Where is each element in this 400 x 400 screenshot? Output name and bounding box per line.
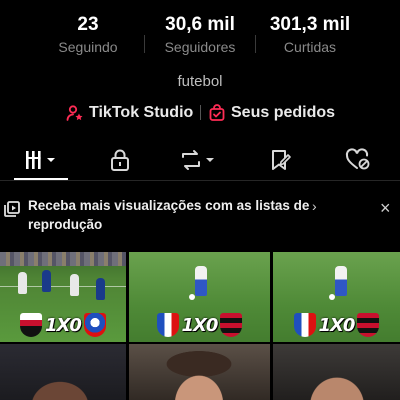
orders-link[interactable]: Seus pedidos <box>208 100 335 126</box>
team-crest <box>357 313 380 337</box>
profile-bio[interactable]: futebol <box>0 73 400 90</box>
tab-private[interactable] <box>90 142 150 178</box>
video-thumbnail[interactable] <box>129 344 270 400</box>
close-icon[interactable]: × <box>380 199 391 217</box>
team-crest <box>293 313 316 337</box>
profile-tabs <box>0 142 400 182</box>
tab-reposts[interactable] <box>168 142 228 178</box>
liked-heart-icon <box>345 148 371 172</box>
video-thumbnail[interactable]: 1X0 <box>129 252 270 342</box>
team-crest <box>156 313 179 337</box>
orders-label: Seus pedidos <box>231 104 336 121</box>
video-score: 1X0 <box>318 314 356 336</box>
person-star-icon <box>66 104 84 122</box>
thumbnail-image <box>129 344 270 400</box>
following-label: Seguindo <box>58 39 118 55</box>
tabs-divider <box>0 180 400 181</box>
links-divider <box>200 105 201 120</box>
team-crest <box>20 313 43 337</box>
thumbnail-image <box>0 344 126 400</box>
video-thumbnail[interactable] <box>0 344 126 400</box>
lock-icon <box>109 148 131 172</box>
thumbnail-image <box>273 344 400 400</box>
team-crest <box>83 313 106 337</box>
likes-count: 301,3 mil <box>269 14 351 35</box>
scoreboard-overlay: 1X0 <box>20 310 106 340</box>
following-count: 23 <box>77 14 99 35</box>
banner-text: Receba mais visualizações com as listas … <box>28 198 310 232</box>
video-score: 1X0 <box>45 314 82 336</box>
followers-count: 30,6 mil <box>165 14 235 35</box>
profile-stats: 23 Seguindo 30,6 mil Seguidores 301,3 mi… <box>0 14 400 58</box>
tiktok-studio-link[interactable]: TikTok Studio <box>66 100 193 126</box>
video-thumbnail[interactable]: 1X0 <box>0 252 126 342</box>
tab-videos[interactable] <box>12 142 72 178</box>
playlist-promo-banner[interactable]: Receba mais visualizações com as listas … <box>0 196 400 242</box>
tab-liked[interactable] <box>328 142 388 178</box>
player <box>18 272 27 294</box>
playlist-icon <box>3 200 21 223</box>
chevron-right-icon[interactable]: › <box>312 198 317 214</box>
likes-stat[interactable]: 301,3 mil Curtidas <box>255 14 365 56</box>
repost-icon <box>178 148 218 172</box>
thumbnail-image <box>0 252 126 266</box>
player <box>70 274 79 296</box>
player <box>96 278 105 300</box>
following-stat[interactable]: 23 Seguindo <box>33 14 143 56</box>
shopping-bag-icon <box>208 104 226 122</box>
scoreboard-overlay: 1X0 <box>293 310 380 340</box>
bookmark-icon <box>268 148 292 172</box>
ball <box>329 294 335 300</box>
grid-icon <box>24 149 60 171</box>
player <box>195 266 207 296</box>
tab-favorites[interactable] <box>250 142 310 178</box>
video-grid: 1X0 1X0 1X0 <box>0 250 400 400</box>
video-thumbnail[interactable] <box>273 344 400 400</box>
player <box>335 266 347 296</box>
video-thumbnail[interactable]: 1X0 <box>273 252 400 342</box>
followers-stat[interactable]: 30,6 mil Seguidores <box>145 14 255 56</box>
followers-label: Seguidores <box>164 39 236 55</box>
likes-label: Curtidas <box>283 39 337 55</box>
video-score: 1X0 <box>181 314 219 336</box>
scoreboard-overlay: 1X0 <box>156 310 243 340</box>
player <box>42 270 51 292</box>
ball <box>189 294 195 300</box>
team-crest <box>220 313 243 337</box>
tiktok-studio-label: TikTok Studio <box>89 104 194 121</box>
